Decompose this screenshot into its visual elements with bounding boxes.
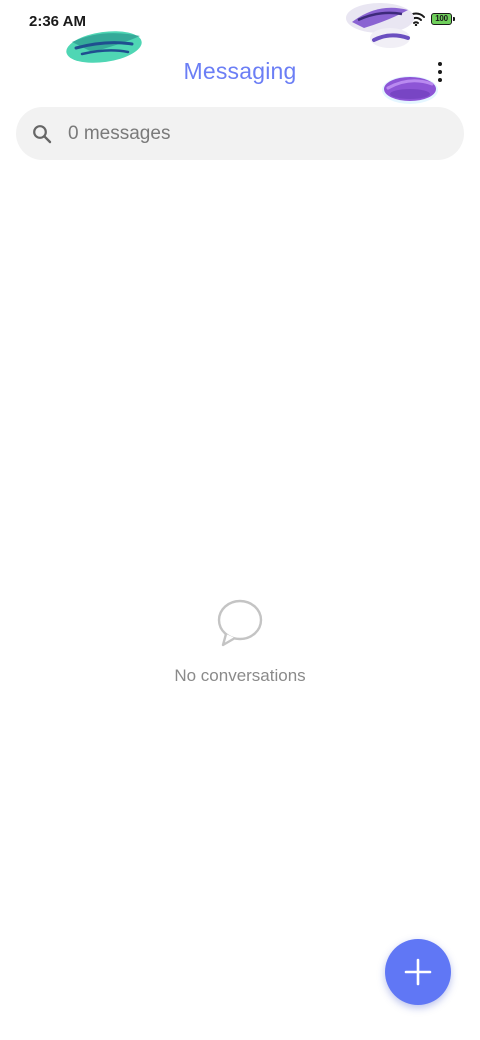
battery-level: 100 (435, 14, 448, 23)
more-vert-icon (438, 62, 442, 66)
empty-state-text: No conversations (174, 666, 306, 685)
search-input[interactable] (66, 121, 430, 146)
battery-icon: 100 (431, 13, 455, 25)
search-icon (33, 124, 52, 143)
app-title: Messaging (183, 58, 297, 84)
search-bar[interactable] (16, 107, 464, 160)
purple-leaf-sticker (346, 3, 414, 48)
more-options-button[interactable] (426, 58, 454, 86)
new-conversation-button[interactable] (385, 939, 451, 1005)
empty-state: No conversations (0, 598, 480, 686)
plus-icon (404, 958, 432, 986)
chat-bubble-icon (217, 599, 263, 647)
more-vert-icon-dot (438, 70, 442, 74)
more-vert-icon-dot (438, 78, 442, 82)
